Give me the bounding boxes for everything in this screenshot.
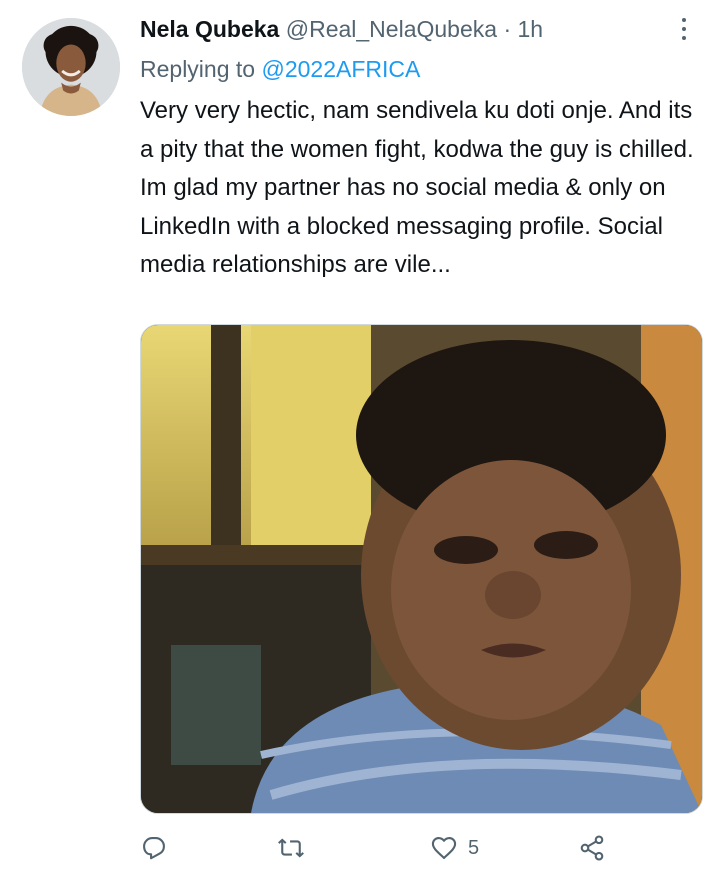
replying-to-mention[interactable]: @2022AFRICA bbox=[261, 56, 420, 82]
display-name[interactable]: Nela Qubeka bbox=[140, 16, 279, 42]
avatar[interactable] bbox=[22, 18, 120, 116]
tweet-image[interactable] bbox=[140, 324, 703, 814]
tweet-text: Very very hectic, nam sendivela ku doti … bbox=[140, 97, 694, 278]
tweet-actions: 5 bbox=[140, 830, 660, 866]
retweet-button[interactable] bbox=[277, 830, 305, 866]
more-vertical-icon[interactable] bbox=[674, 16, 694, 46]
retweet-icon bbox=[278, 838, 304, 858]
separator-dot: · bbox=[503, 16, 512, 42]
replying-to-label: Replying to bbox=[140, 56, 256, 82]
tweet-header: Nela Qubeka @Real_NelaQubeka · 1h bbox=[140, 12, 680, 46]
share-icon bbox=[580, 835, 604, 861]
replying-to: Replying to @2022AFRICA bbox=[140, 52, 420, 86]
heart-icon bbox=[431, 837, 457, 859]
tweet-timestamp[interactable]: 1h bbox=[518, 16, 544, 42]
avatar-photo bbox=[22, 18, 120, 116]
reply-icon bbox=[143, 837, 165, 860]
share-button[interactable] bbox=[578, 830, 606, 866]
reply-button[interactable] bbox=[140, 830, 168, 866]
like-count: 5 bbox=[468, 836, 480, 859]
meme-photo bbox=[141, 325, 702, 813]
like-button[interactable]: 5 bbox=[430, 830, 479, 866]
tweet: Nela Qubeka @Real_NelaQubeka · 1h Replyi… bbox=[0, 0, 720, 871]
user-handle[interactable]: @Real_NelaQubeka bbox=[286, 16, 497, 42]
